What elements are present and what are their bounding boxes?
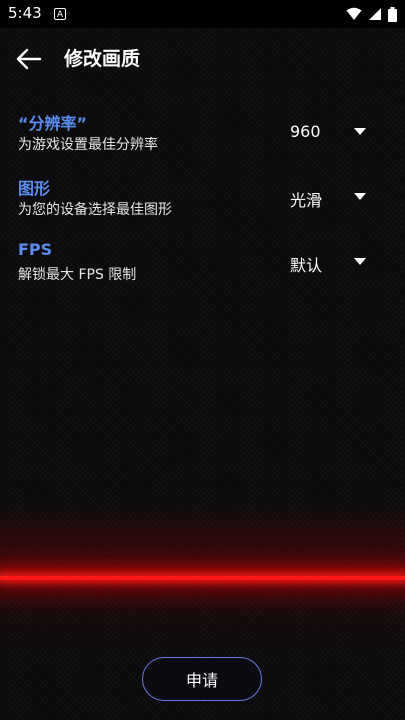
page-title: 修改画质 bbox=[64, 48, 141, 70]
dropdown-triangle-icon[interactable] bbox=[354, 258, 366, 266]
dropdown-triangle-icon[interactable] bbox=[354, 128, 366, 136]
battery-icon bbox=[388, 6, 397, 22]
setting-title: FPS bbox=[18, 240, 53, 259]
setting-description: 为您的设备选择最佳图形 bbox=[18, 202, 172, 218]
app-bar: 修改画质 bbox=[0, 28, 405, 88]
signal-icon bbox=[369, 8, 381, 20]
setting-resolution[interactable]: “分辨率” 为游戏设置最佳分辨率 960 bbox=[0, 110, 405, 166]
setting-value[interactable]: 默认 bbox=[290, 252, 322, 276]
red-glow-background bbox=[0, 500, 405, 660]
back-button[interactable] bbox=[12, 42, 46, 76]
red-light-line bbox=[0, 576, 405, 580]
setting-description: 为游戏设置最佳分辨率 bbox=[18, 137, 158, 153]
dropdown-triangle-icon[interactable] bbox=[354, 193, 366, 201]
status-time: 5:43 bbox=[8, 4, 42, 22]
setting-fps[interactable]: FPS 解锁最大 FPS 限制 默认 bbox=[0, 240, 405, 296]
setting-value[interactable]: 光滑 bbox=[290, 187, 322, 211]
setting-description: 解锁最大 FPS 限制 bbox=[18, 267, 137, 283]
setting-title: 图形 bbox=[18, 179, 51, 198]
setting-value[interactable]: 960 bbox=[290, 122, 321, 141]
wifi-icon bbox=[346, 7, 362, 20]
setting-title: “分辨率” bbox=[18, 114, 88, 133]
status-bar: 5:43 A bbox=[0, 0, 405, 28]
apply-button[interactable]: 申请 bbox=[142, 657, 262, 701]
app-notification-icon: A bbox=[54, 8, 66, 20]
status-icons bbox=[346, 5, 397, 23]
arrow-left-icon bbox=[16, 48, 42, 70]
setting-graphics[interactable]: 图形 为您的设备选择最佳图形 光滑 bbox=[0, 175, 405, 231]
